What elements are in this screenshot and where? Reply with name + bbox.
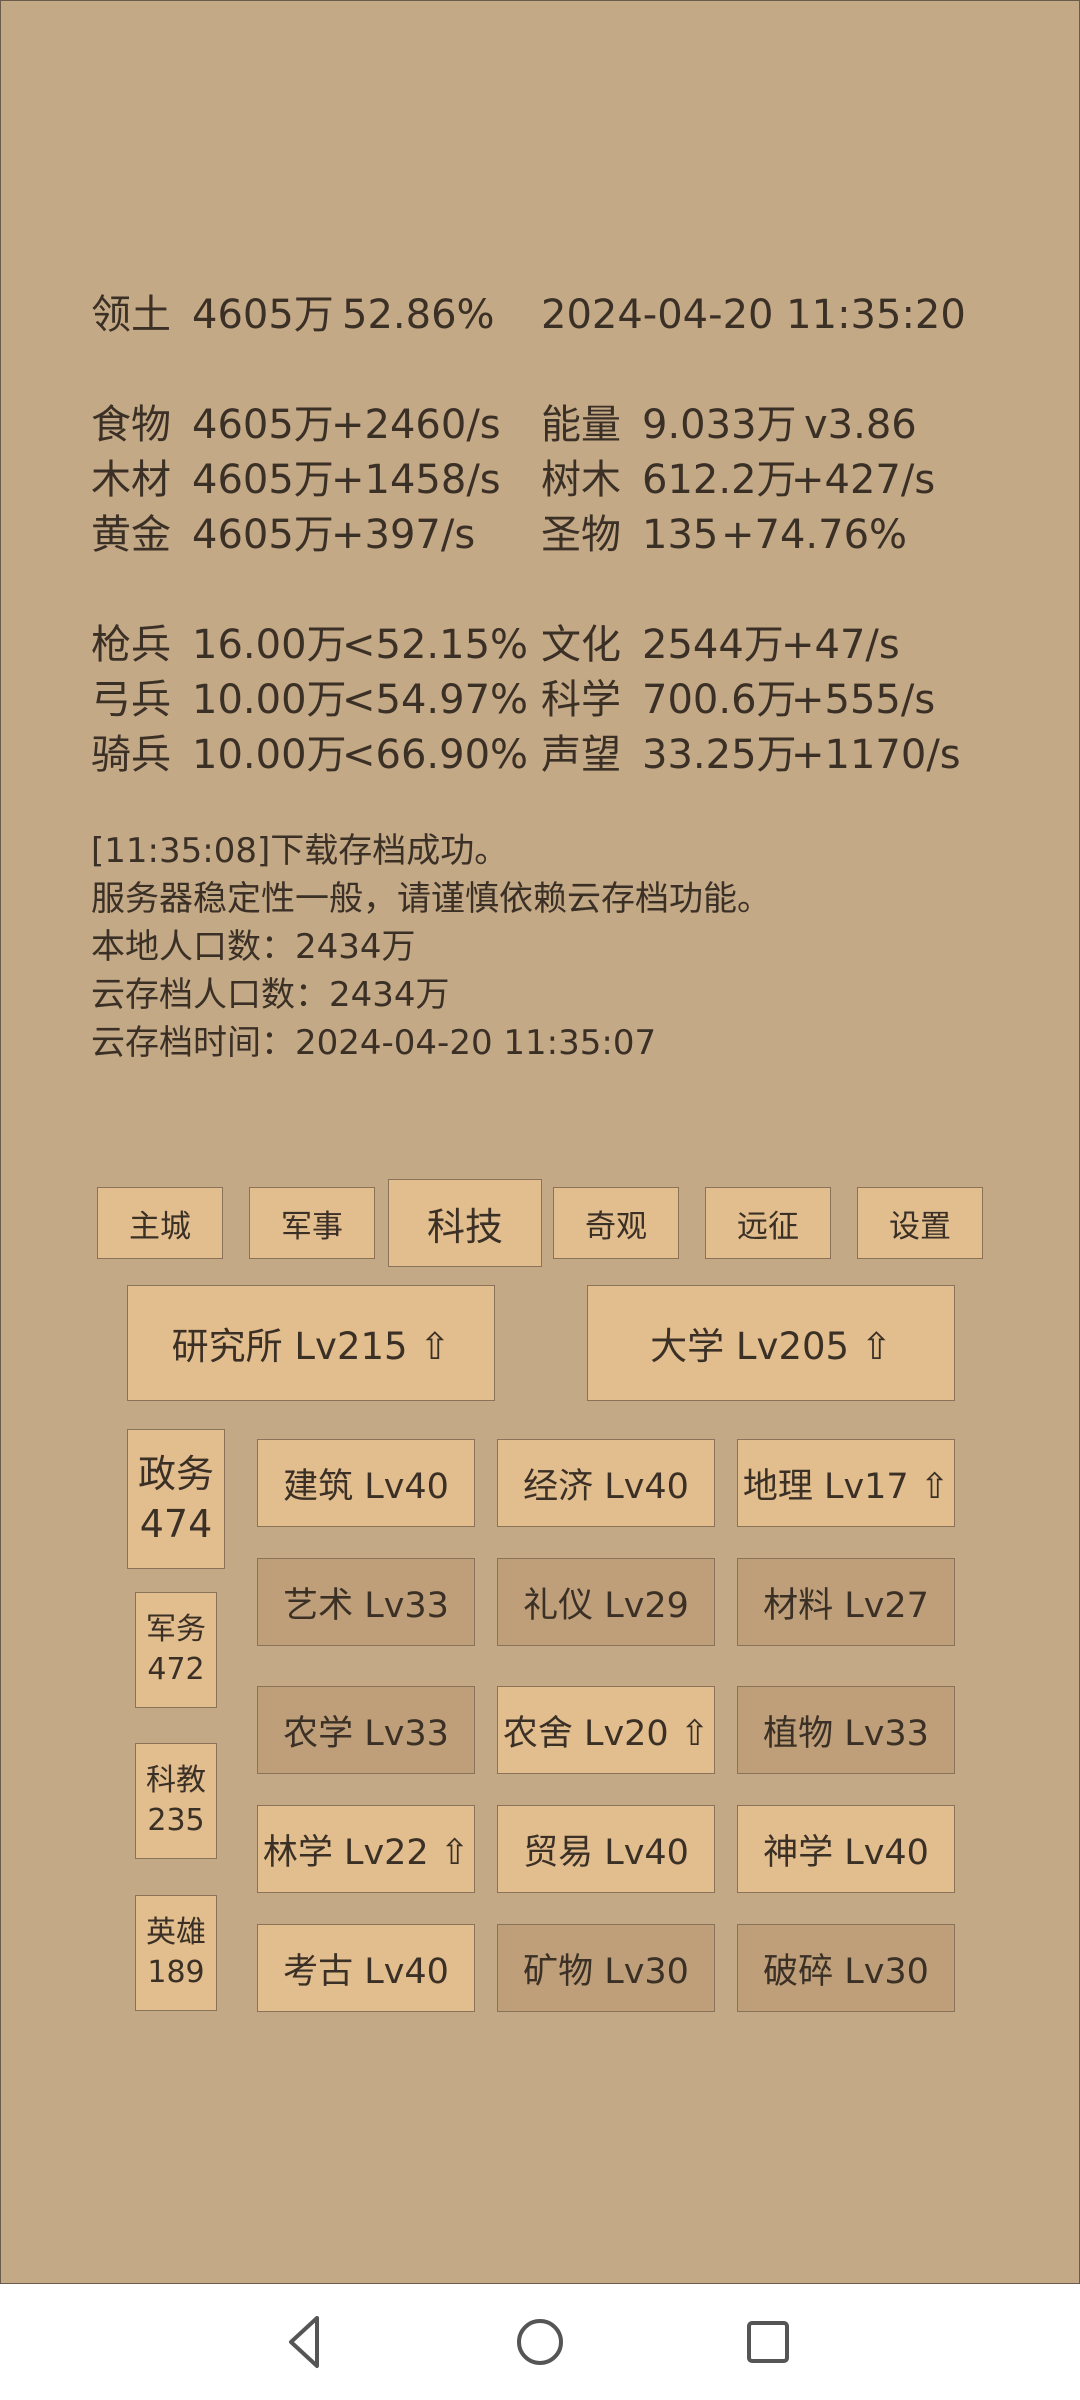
territory-amount: 4605万 [192,292,334,338]
prestige-amount: 33.25万 [642,732,797,778]
version-text: v3.86 [804,402,917,448]
science-rate: +555/s [791,677,936,723]
spearman-rate: <52.15% [342,622,529,668]
home-icon[interactable] [510,2312,570,2372]
category-heroes[interactable]: 英雄 189 [135,1895,217,2011]
tech-forestry[interactable]: 林学 Lv22 ⇧ [257,1805,475,1893]
wood-amount: 4605万 [192,457,334,503]
spearman-label: 枪兵 [91,622,171,668]
tech-art[interactable]: 艺术 Lv33 [257,1558,475,1646]
tech-theology[interactable]: 神学 Lv40 [737,1805,955,1893]
tech-farmhouse[interactable]: 农舍 Lv20 ⇧ [497,1686,715,1774]
wood-rate: +1458/s [331,457,501,503]
science-label: 科学 [541,677,621,723]
university-button[interactable]: 大学 Lv205 ⇧ [587,1285,955,1401]
gold-rate: +397/s [331,512,476,558]
cavalry-rate: <66.90% [342,732,529,778]
log-line: 云存档人口数：2434万 [91,975,450,1015]
wood-label: 木材 [91,457,171,503]
tab-settings[interactable]: 设置 [857,1187,983,1259]
archer-amount: 10.00万 [192,677,347,723]
prestige-rate: +1170/s [791,732,961,778]
food-label: 食物 [91,402,171,448]
tech-materials[interactable]: 材料 Lv27 [737,1558,955,1646]
tech-trade[interactable]: 贸易 Lv40 [497,1805,715,1893]
relic-label: 圣物 [541,512,621,558]
category-count: 235 [147,1803,205,1838]
archer-label: 弓兵 [91,677,171,723]
food-amount: 4605万 [192,402,334,448]
category-name: 政务 [137,1452,214,1496]
log-line: 云存档时间：2024-04-20 11:35:07 [91,1023,657,1063]
tab-expedition[interactable]: 远征 [705,1187,831,1259]
relic-amount: 135 [642,512,719,558]
energy-label: 能量 [541,402,621,448]
category-name: 科教 [146,1763,206,1798]
trees-amount: 612.2万 [642,457,797,503]
category-count: 474 [139,1502,213,1546]
category-military-affairs[interactable]: 军务 472 [135,1592,217,1708]
tab-main-city[interactable]: 主城 [97,1187,223,1259]
prestige-label: 声望 [541,732,621,778]
research-institute-button[interactable]: 研究所 Lv215 ⇧ [127,1285,495,1401]
back-icon[interactable] [277,2312,337,2372]
category-count: 472 [147,1652,205,1687]
tech-geography[interactable]: 地理 Lv17 ⇧ [737,1439,955,1527]
science-amount: 700.6万 [642,677,797,723]
system-navigation-bar [0,2284,1080,2400]
trees-label: 树木 [541,457,621,503]
tech-archaeology[interactable]: 考古 Lv40 [257,1924,475,2012]
tech-economy[interactable]: 经济 Lv40 [497,1439,715,1527]
spearman-amount: 16.00万 [192,622,347,668]
category-count: 189 [147,1955,205,1990]
tech-minerals[interactable]: 矿物 Lv30 [497,1924,715,2012]
log-line: 服务器稳定性一般，请谨慎依赖云存档功能。 [91,879,771,919]
tab-military[interactable]: 军事 [249,1187,375,1259]
log-line: 本地人口数：2434万 [91,927,416,967]
cavalry-amount: 10.00万 [192,732,347,778]
message-log: [11:35:08]下载存档成功。 服务器稳定性一般，请谨慎依赖云存档功能。 本… [91,827,771,1067]
tech-botany[interactable]: 植物 Lv33 [737,1686,955,1774]
culture-amount: 2544万 [642,622,784,668]
energy-amount: 9.033万 [642,402,797,448]
culture-rate: +47/s [781,622,900,668]
category-government[interactable]: 政务 474 [127,1429,225,1569]
food-rate: +2460/s [331,402,501,448]
tech-agronomy[interactable]: 农学 Lv33 [257,1686,475,1774]
tech-etiquette[interactable]: 礼仪 Lv29 [497,1558,715,1646]
culture-label: 文化 [541,622,621,668]
category-science-education[interactable]: 科教 235 [135,1743,217,1859]
archer-rate: <54.97% [342,677,529,723]
territory-label: 领土 [91,292,171,338]
trees-rate: +427/s [791,457,936,503]
category-name: 军务 [146,1612,206,1647]
tab-wonders[interactable]: 奇观 [553,1187,679,1259]
tech-crushing[interactable]: 破碎 Lv30 [737,1924,955,2012]
relic-rate: +74.76% [721,512,908,558]
log-line: [11:35:08]下载存档成功。 [91,831,509,871]
current-datetime: 2024-04-20 11:35:20 [541,292,966,338]
recents-icon[interactable] [738,2312,798,2372]
tech-architecture[interactable]: 建筑 Lv40 [257,1439,475,1527]
tab-technology[interactable]: 科技 [388,1179,542,1267]
gold-label: 黄金 [91,512,171,558]
territory-percent: 52.86% [342,292,495,338]
category-name: 英雄 [146,1915,206,1950]
cavalry-label: 骑兵 [91,732,171,778]
gold-amount: 4605万 [192,512,334,558]
game-screen: 领土 4605万 52.86% 2024-04-20 11:35:20 食物 4… [0,0,1080,2284]
